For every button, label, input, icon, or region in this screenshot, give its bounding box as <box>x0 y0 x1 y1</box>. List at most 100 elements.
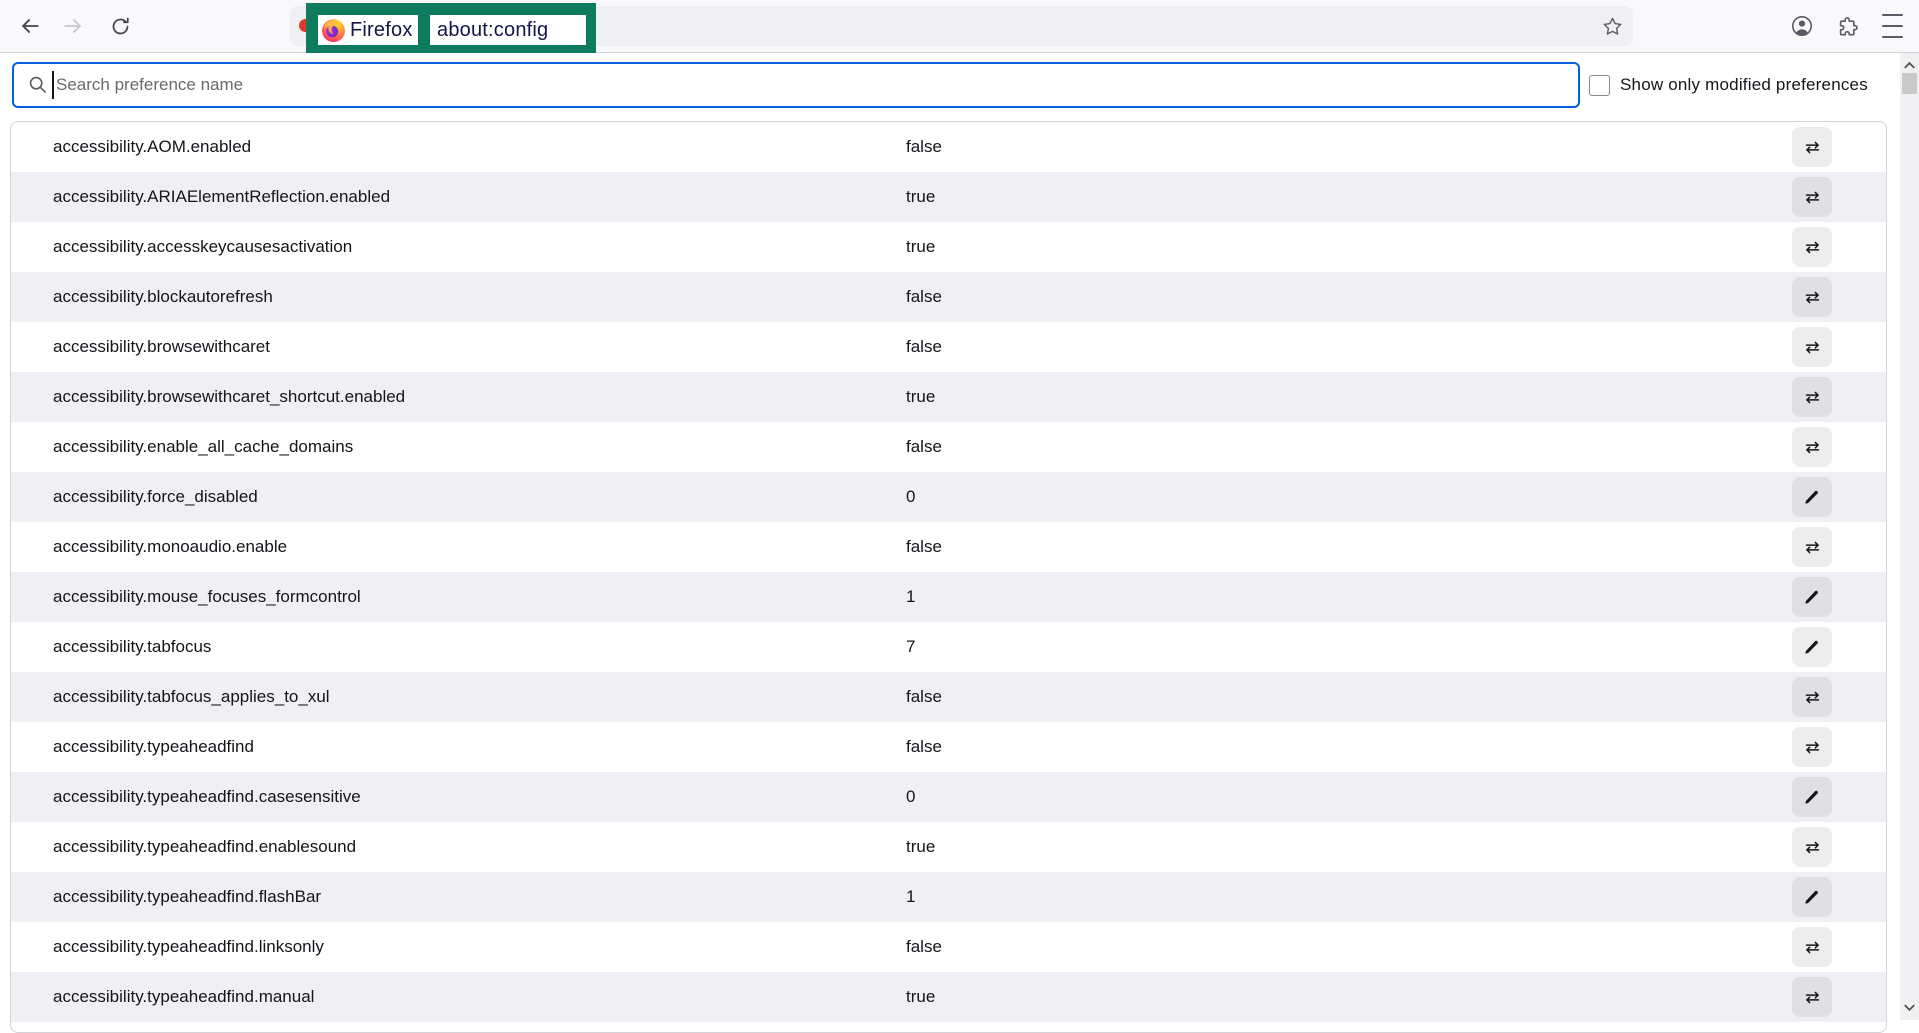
pref-name: accessibility.typeaheadfind.enablesound <box>53 837 356 857</box>
back-icon <box>19 15 41 37</box>
pref-value: false <box>906 537 942 557</box>
edit-button[interactable] <box>1792 477 1832 517</box>
search-icon <box>28 75 47 94</box>
vertical-scrollbar <box>1900 53 1919 1020</box>
pref-row: accessibility.accesskeycausesactivation … <box>11 222 1886 272</box>
toggle-button[interactable] <box>1792 377 1832 417</box>
edit-icon <box>1803 488 1821 506</box>
star-icon <box>1602 16 1623 37</box>
reload-icon <box>110 16 131 37</box>
show-modified-checkbox[interactable] <box>1589 75 1610 96</box>
pref-name: accessibility.force_disabled <box>53 487 258 507</box>
pref-value: true <box>906 187 935 207</box>
toggle-button[interactable] <box>1792 927 1832 967</box>
scroll-up-arrow[interactable] <box>1901 57 1918 74</box>
toggle-button[interactable] <box>1792 977 1832 1017</box>
pref-row: accessibility.tabfocus 7 <box>11 622 1886 672</box>
toggle-button[interactable] <box>1792 827 1832 867</box>
pref-row: accessibility.browsewithcaret false <box>11 322 1886 372</box>
pref-row: accessibility.tabfocus_applies_to_xul fa… <box>11 672 1886 722</box>
url-chip-brand-label: Firefox <box>350 19 413 42</box>
url-chip-brand[interactable]: Firefox <box>318 15 418 45</box>
edit-button[interactable] <box>1792 627 1832 667</box>
pref-value: false <box>906 137 942 157</box>
toggle-button[interactable] <box>1792 327 1832 367</box>
scrollbar-thumb[interactable] <box>1902 73 1917 94</box>
edit-button[interactable] <box>1792 877 1832 917</box>
pref-value: 1 <box>906 587 915 607</box>
reload-button[interactable] <box>102 8 138 44</box>
url-chip-address[interactable]: about:config <box>430 15 586 45</box>
pref-name: accessibility.typeaheadfind.casesensitiv… <box>53 787 361 807</box>
pref-value: false <box>906 737 942 757</box>
edit-icon <box>1803 588 1821 606</box>
pref-value: true <box>906 987 935 1007</box>
pref-value: false <box>906 687 942 707</box>
pref-name: accessibility.ARIAElementReflection.enab… <box>53 187 390 207</box>
toggle-icon <box>1803 538 1822 557</box>
pref-value: false <box>906 337 942 357</box>
toggle-icon <box>1803 438 1822 457</box>
pref-value: 7 <box>906 637 915 657</box>
pref-row: accessibility.browsewithcaret_shortcut.e… <box>11 372 1886 422</box>
toggle-button[interactable] <box>1792 427 1832 467</box>
account-button[interactable] <box>1784 8 1820 44</box>
firefox-logo-icon <box>321 18 346 43</box>
menu-button[interactable] <box>1874 8 1910 44</box>
toggle-icon <box>1803 238 1822 257</box>
back-button[interactable] <box>12 8 48 44</box>
browser-toolbar <box>0 0 1919 53</box>
edit-button[interactable] <box>1792 577 1832 617</box>
text-caret <box>52 71 54 99</box>
toggle-button[interactable] <box>1792 527 1832 567</box>
pref-row: accessibility.monoaudio.enable false <box>11 522 1886 572</box>
edit-icon <box>1803 888 1821 906</box>
pref-value: true <box>906 237 935 257</box>
bookmark-star-button[interactable] <box>1596 10 1628 42</box>
pref-name: accessibility.browsewithcaret <box>53 337 270 357</box>
pref-row: accessibility.typeaheadfind.enablesound … <box>11 822 1886 872</box>
toggle-button[interactable] <box>1792 277 1832 317</box>
toggle-icon <box>1803 838 1822 857</box>
extensions-button[interactable] <box>1829 8 1865 44</box>
modified-filter: Show only modified preferences <box>1589 62 1868 108</box>
forward-button[interactable] <box>55 8 91 44</box>
pref-row: accessibility.typeaheadfind.flashBar 1 <box>11 872 1886 922</box>
preferences-table: accessibility.AOM.enabled false accessib… <box>10 121 1887 1033</box>
toggle-button[interactable] <box>1792 677 1832 717</box>
toggle-icon <box>1803 688 1822 707</box>
toggle-button[interactable] <box>1792 227 1832 267</box>
pref-row: accessibility.mouse_focuses_formcontrol … <box>11 572 1886 622</box>
toggle-button[interactable] <box>1792 727 1832 767</box>
pref-name: accessibility.typeaheadfind <box>53 737 254 757</box>
puzzle-icon <box>1836 15 1859 38</box>
pref-name: accessibility.enable_all_cache_domains <box>53 437 353 457</box>
pref-row: accessibility.blockautorefresh false <box>11 272 1886 322</box>
annotation-highlight-box: Firefox about:config <box>306 3 596 53</box>
pref-value: 0 <box>906 487 915 507</box>
toggle-icon <box>1803 738 1822 757</box>
pref-row: accessibility.typeaheadfind.casesensitiv… <box>11 772 1886 822</box>
pref-name: accessibility.monoaudio.enable <box>53 537 287 557</box>
pref-value: false <box>906 937 942 957</box>
toggle-icon <box>1803 288 1822 307</box>
pref-name: accessibility.browsewithcaret_shortcut.e… <box>53 387 405 407</box>
pref-value: false <box>906 287 942 307</box>
pref-name: accessibility.tabfocus_applies_to_xul <box>53 687 330 707</box>
toggle-button[interactable] <box>1792 127 1832 167</box>
edit-button[interactable] <box>1792 777 1832 817</box>
pref-row: accessibility.typeaheadfind.manual true <box>11 972 1886 1022</box>
toggle-button[interactable] <box>1792 177 1832 217</box>
pref-value: true <box>906 837 935 857</box>
pref-value: 1 <box>906 887 915 907</box>
edit-icon <box>1803 788 1821 806</box>
pref-value: false <box>906 437 942 457</box>
scroll-down-arrow[interactable] <box>1901 999 1918 1016</box>
toggle-icon <box>1803 138 1822 157</box>
pref-row: accessibility.typeaheadfind false <box>11 722 1886 772</box>
search-input[interactable] <box>12 62 1580 108</box>
pref-name: accessibility.mouse_focuses_formcontrol <box>53 587 361 607</box>
toggle-icon <box>1803 338 1822 357</box>
show-modified-label[interactable]: Show only modified preferences <box>1620 75 1868 95</box>
pref-name: accessibility.tabfocus <box>53 637 211 657</box>
